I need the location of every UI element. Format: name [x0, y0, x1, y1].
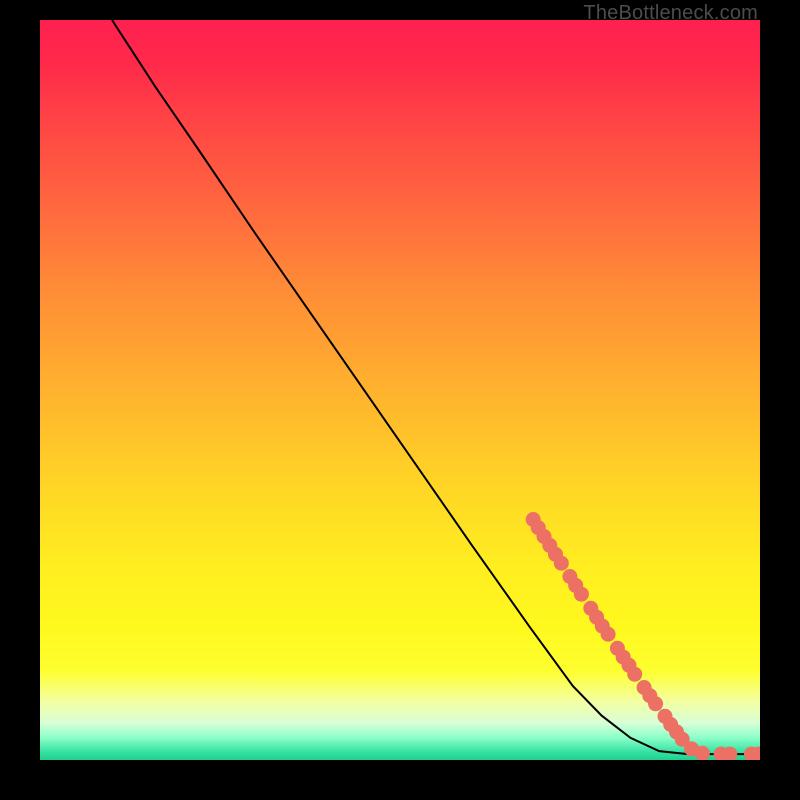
data-marker [574, 587, 589, 602]
data-marker [601, 627, 616, 642]
chart-plot [40, 20, 760, 760]
curve-line [112, 20, 760, 754]
data-markers [526, 512, 760, 760]
data-marker [648, 696, 663, 711]
data-marker [554, 556, 569, 571]
data-marker [627, 667, 642, 682]
